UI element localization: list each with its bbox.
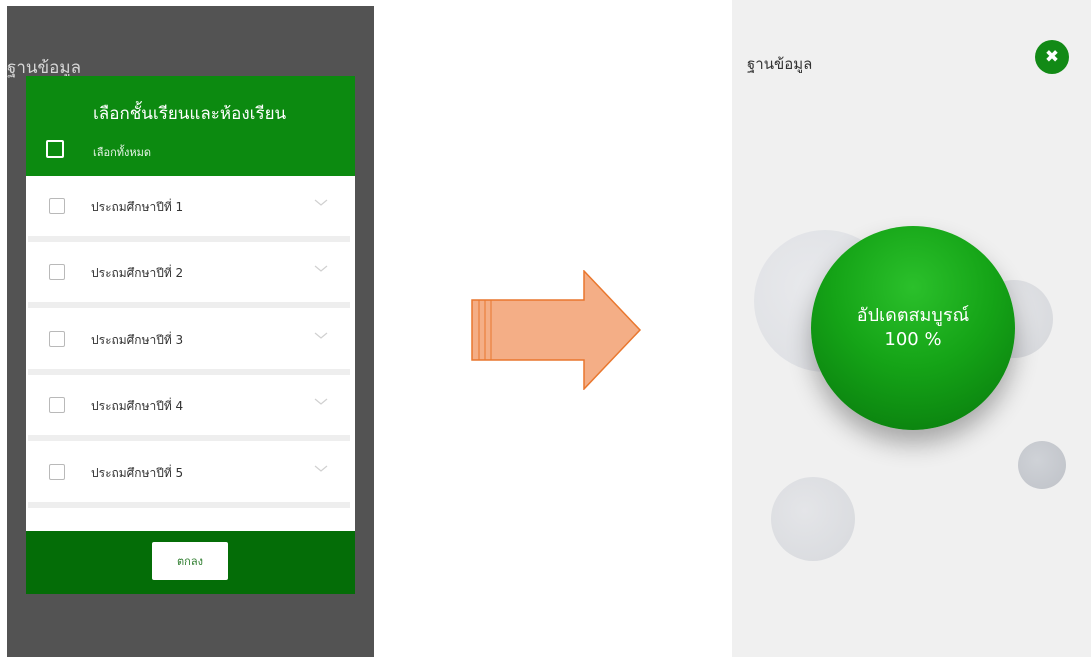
- checkbox-icon[interactable]: [49, 397, 65, 413]
- page-title: ฐานข้อมูล: [747, 55, 813, 73]
- class-select-dialog: เลือกชั้นเรียนและห้องเรียน เลือกทั้งหมด …: [26, 76, 355, 594]
- close-icon: ✖: [1044, 47, 1060, 67]
- update-status-circle: อัปเดตสมบูรณ์ 100 %: [811, 226, 1015, 430]
- grade-label: ประถมศึกษาปีที่ 1: [91, 200, 184, 214]
- arrow-right-icon: [470, 269, 642, 391]
- chevron-down-icon[interactable]: [314, 462, 328, 476]
- grade-label: ประถมศึกษาปีที่ 2: [91, 266, 184, 280]
- dialog-title: เลือกชั้นเรียนและห้องเรียน: [93, 104, 287, 124]
- decorative-bubble: [1018, 441, 1066, 489]
- checkbox-icon[interactable]: [49, 464, 65, 480]
- dialog-footer: ตกลง: [26, 531, 355, 594]
- dialog-header: เลือกชั้นเรียนและห้องเรียน เลือกทั้งหมด: [26, 76, 355, 176]
- grade-item-3[interactable]: ประถมศึกษาปีที่ 3: [28, 309, 350, 375]
- grade-label: ประถมศึกษาปีที่ 3: [91, 333, 184, 347]
- close-button[interactable]: ✖: [1035, 40, 1069, 74]
- grade-item-5[interactable]: ประถมศึกษาปีที่ 5: [28, 442, 350, 508]
- left-phone-screen: ฐานข้อมูล เลือกชั้นเรียนและห้องเรียน เลื…: [7, 6, 374, 657]
- ok-button[interactable]: ตกลง: [152, 542, 228, 580]
- grade-item-4[interactable]: ประถมศึกษาปีที่ 4: [28, 375, 350, 441]
- checkbox-icon[interactable]: [49, 198, 65, 214]
- checkbox-icon[interactable]: [49, 331, 65, 347]
- grade-label: ประถมศึกษาปีที่ 5: [91, 466, 184, 480]
- checkbox-icon[interactable]: [49, 264, 65, 280]
- chevron-down-icon[interactable]: [314, 395, 328, 409]
- grade-item-2[interactable]: ประถมศึกษาปีที่ 2: [28, 242, 350, 308]
- chevron-down-icon[interactable]: [314, 329, 328, 343]
- select-all-label[interactable]: เลือกทั้งหมด: [93, 143, 151, 161]
- update-status-text: อัปเดตสมบูรณ์: [856, 305, 970, 326]
- select-all-checkbox[interactable]: [46, 140, 64, 158]
- right-phone-screen: ฐานข้อมูล ✖ อัปเดตสมบูรณ์ 100 %: [732, 0, 1091, 657]
- chevron-down-icon[interactable]: [314, 196, 328, 210]
- grade-item-1[interactable]: ประถมศึกษาปีที่ 1: [28, 176, 350, 242]
- decorative-bubble: [771, 477, 855, 561]
- update-progress-text: 100 %: [884, 329, 942, 350]
- grade-label: ประถมศึกษาปีที่ 4: [91, 399, 184, 413]
- chevron-down-icon[interactable]: [314, 262, 328, 276]
